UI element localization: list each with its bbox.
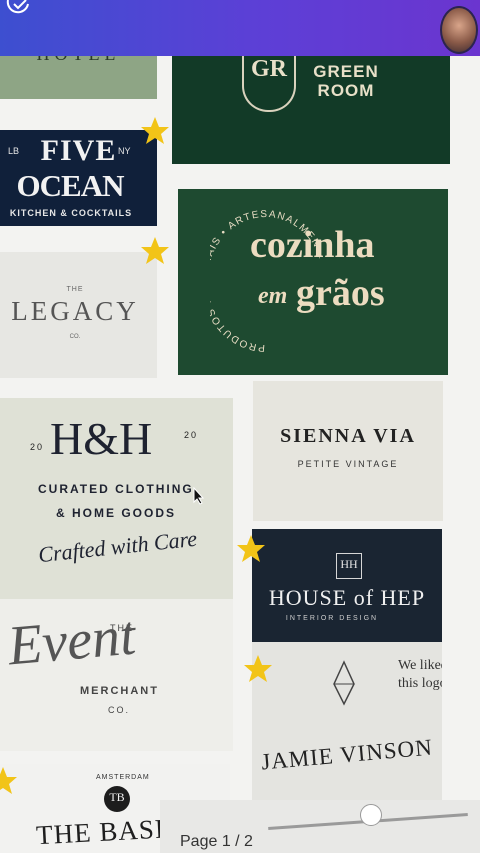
hh-right-num: 20 xyxy=(184,430,199,440)
star-icon xyxy=(141,117,169,144)
logo-card-house-hep[interactable]: HH HOUSE of HEP INTERIOR DESIGN xyxy=(252,529,442,647)
editor-top-bar xyxy=(0,0,480,56)
logo-card-legacy[interactable]: THE LEGACY CO. xyxy=(0,252,157,378)
green-room-line1: GREEN xyxy=(313,62,379,81)
logo-card-event-merchant[interactable]: THE Event MERCHANT CO. xyxy=(0,599,233,751)
five-ocean-line1: FIVE xyxy=(40,134,117,167)
user-avatar[interactable] xyxy=(440,6,478,54)
hh-left-num: 20 xyxy=(30,442,45,452)
logo-card-sienna-via[interactable]: SIENNA VIA PETITE VINTAGE xyxy=(253,381,443,521)
jamie-note1: We liked xyxy=(398,658,442,673)
legacy-co: CO. xyxy=(69,334,81,340)
basics-city: AMSTERDAM xyxy=(96,774,150,781)
cozinha-line1: cozinha xyxy=(250,224,375,266)
five-ocean-tagline: KITCHEN & COCKTAILS xyxy=(9,208,133,218)
page-indicator[interactable]: Page 1 / 2 xyxy=(180,833,253,851)
design-canvas: HOTEL GR GREEN ROOM LB NY FIVE OCEAN KIT… xyxy=(0,56,480,853)
logo-card-jamie-vinson[interactable]: We liked this logo. JAMIE VINSON xyxy=(252,642,442,800)
basics-monogram: TB xyxy=(109,790,125,804)
sienna-tagline: PETITE VINTAGE xyxy=(297,459,399,469)
check-circle-icon[interactable] xyxy=(4,0,32,18)
star-icon xyxy=(0,767,17,794)
green-room-monogram: GR xyxy=(251,56,287,82)
event-line: MERCHANT xyxy=(80,685,159,697)
house-hep-monogram: HH xyxy=(340,557,358,571)
hh-script: Crafted with Care xyxy=(37,525,199,568)
event-script: Event xyxy=(5,604,138,678)
hh-line1: CURATED CLOTHING xyxy=(38,482,194,496)
mouse-cursor-icon xyxy=(193,487,205,505)
cozinha-line2: grãos xyxy=(296,272,385,314)
hh-monogram: H&H xyxy=(50,413,153,464)
jamie-note2: this logo. xyxy=(398,676,442,691)
hotel-text: HOTEL xyxy=(0,56,157,65)
star-icon xyxy=(237,535,265,562)
jamie-name: JAMIE VINSON xyxy=(260,734,434,775)
cozinha-em: em xyxy=(258,283,288,309)
five-ocean-line2: OCEAN xyxy=(16,168,125,203)
sienna-name: SIENNA VIA xyxy=(280,425,416,447)
logo-card-green-room[interactable]: GR GREEN ROOM xyxy=(172,56,450,164)
jamie-monogram-icon xyxy=(333,660,355,706)
legacy-name: LEGACY xyxy=(11,296,139,326)
logo-card-cozinha[interactable]: PRODUTOS INTEGRAIS • ARTESANALMENTE cozi… xyxy=(178,189,448,375)
house-hep-line: HOUSE of HEP xyxy=(268,585,426,610)
zoom-slider-thumb[interactable] xyxy=(360,804,382,826)
legacy-the: THE xyxy=(66,286,84,293)
logo-card-hotel[interactable]: HOTEL xyxy=(0,56,157,99)
hh-line2: & HOME GOODS xyxy=(56,506,177,520)
star-icon xyxy=(141,237,169,264)
star-icon xyxy=(244,655,272,682)
green-room-line2: ROOM xyxy=(317,81,375,100)
event-co: CO. xyxy=(108,705,131,715)
logo-card-five-ocean[interactable]: LB NY FIVE OCEAN KITCHEN & COCKTAILS xyxy=(0,130,157,226)
house-hep-tagline: INTERIOR DESIGN xyxy=(285,615,379,622)
